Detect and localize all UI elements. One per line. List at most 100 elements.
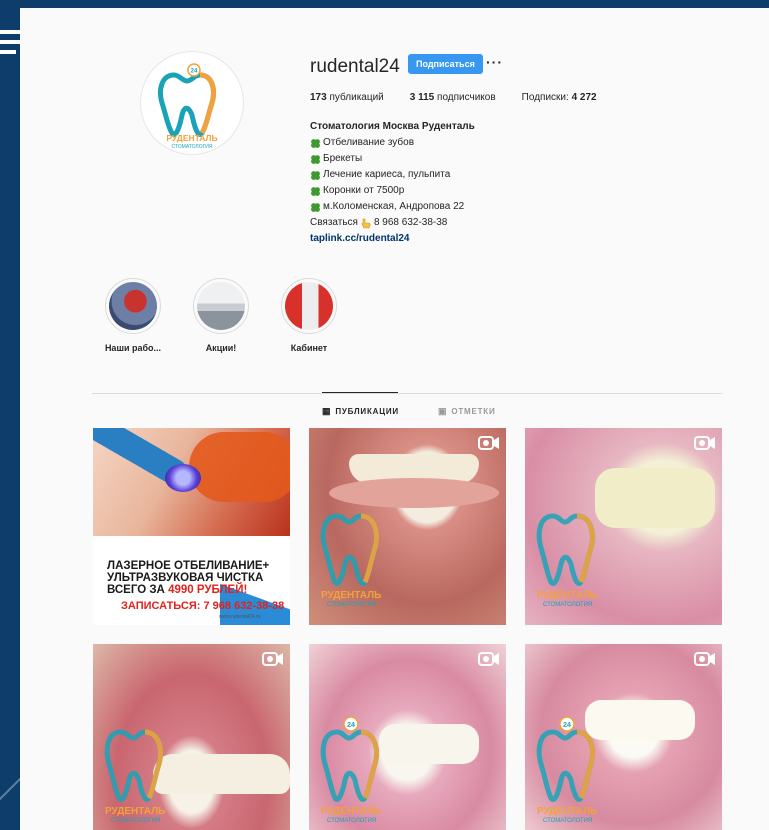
bio-line-text: Брекеты bbox=[323, 153, 363, 164]
watermark-subtitle: СТОМАТОЛОГИЯ bbox=[543, 818, 592, 824]
bio-link[interactable]: taplink.cc/rudental24 bbox=[310, 231, 475, 247]
promo-line-3-prefix: ВСЕГО ЗА bbox=[107, 584, 169, 596]
promo-price: 4990 РУБЛЕЙ! bbox=[168, 584, 248, 596]
following-count-label: Подписки: bbox=[521, 92, 569, 103]
promo-title: ЛАЗЕРНОЕ ОТБЕЛИВАНИЕ+ УЛЬТРАЗВУКОВАЯ ЧИС… bbox=[107, 560, 269, 596]
instagram-profile-page: 24 РУДЕНТАЛЬ СТОМАТОЛОГИЯ rudental24 Под… bbox=[20, 8, 769, 830]
bio-contact-label: Связаться bbox=[310, 217, 358, 228]
clover-icon bbox=[311, 138, 320, 148]
highlight-label: Акции! bbox=[205, 343, 237, 353]
highlight-cabinet[interactable]: Кабинет bbox=[266, 278, 352, 353]
post-tile[interactable]: РУДЕНТАЛЬ СТОМАТОЛОГИЯ bbox=[525, 428, 722, 625]
followers-count[interactable]: 3 115 подписчиков bbox=[410, 92, 496, 103]
tagged-icon: ▣ bbox=[438, 406, 448, 416]
watermark-brand-text: РУДЕНТАЛЬ bbox=[105, 806, 165, 817]
post-tile-promo[interactable]: ЛАЗЕРНОЕ ОТБЕЛИВАНИЕ+ УЛЬТРАЗВУКОВАЯ ЧИС… bbox=[93, 428, 290, 625]
promo-line-2: УЛЬТРАЗВУКОВАЯ ЧИСТКА bbox=[107, 572, 264, 584]
tab-tagged[interactable]: ▣ ОТМЕТКИ bbox=[438, 406, 496, 417]
logo-subtitle: СТОМАТОЛОГИЯ bbox=[171, 144, 212, 150]
bio-line-text: Лечение кариеса, пульпита bbox=[323, 169, 451, 180]
logo-badge: 24 bbox=[191, 69, 198, 75]
followers-count-number: 3 115 bbox=[409, 92, 435, 103]
logo-brand-text: РУДЕНТАЛЬ bbox=[166, 133, 217, 143]
watermark-badge: 24 bbox=[347, 722, 355, 729]
post-tile[interactable]: РУДЕНТАЛЬ СТОМАТОЛОГИЯ bbox=[93, 644, 290, 830]
tooth-logo-watermark-icon: РУДЕНТАЛЬСТОМАТОЛОГИЯ bbox=[104, 729, 165, 824]
bio-line: Лечение кариеса, пульпита bbox=[310, 167, 475, 183]
profile-username: rudental24 bbox=[310, 56, 400, 77]
promo-line-1: ЛАЗЕРНОЕ ОТБЕЛИВАНИЕ+ bbox=[107, 560, 270, 572]
posts-count: 173 публикаций bbox=[310, 92, 384, 103]
post-tile[interactable]: 24 РУДЕНТАЛЬ СТОМАТОЛОГИЯ bbox=[525, 644, 722, 830]
watermark-brand-text: РУДЕНТАЛЬ bbox=[321, 590, 381, 601]
more-options-icon[interactable]: ··· bbox=[486, 54, 503, 70]
post-tile[interactable]: 24 РУДЕНТАЛЬ СТОМАТОЛОГИЯ bbox=[309, 644, 506, 830]
tab-posts-label: ПУБЛИКАЦИИ bbox=[335, 407, 399, 416]
highlight-cover bbox=[193, 278, 249, 334]
bio-line-text: Коронки от 7500р bbox=[323, 185, 405, 196]
promo-line-3: ВСЕГО ЗА 4990 РУБЛЕЙ! bbox=[107, 584, 269, 596]
active-tab-indicator bbox=[322, 392, 398, 393]
watermark-subtitle: СТОМАТОЛОГИЯ bbox=[111, 818, 160, 824]
bio-contact: Связаться 8 968 632-38-38 bbox=[310, 215, 475, 231]
clover-icon bbox=[311, 202, 320, 212]
tooth-logo-watermark-icon: 24 РУДЕНТАЛЬСТОМАТОЛОГИЯ bbox=[536, 716, 597, 824]
following-count[interactable]: Подписки: 4 272 bbox=[522, 92, 597, 103]
video-icon bbox=[694, 652, 715, 666]
teeth-shape bbox=[595, 468, 715, 528]
clover-icon bbox=[311, 154, 320, 164]
profile-bio: Стоматология Москва Руденталь Отбеливани… bbox=[310, 119, 475, 247]
posts-count-number: 173 bbox=[310, 92, 327, 103]
video-icon bbox=[478, 436, 499, 450]
watermark-brand-text: РУДЕНТАЛЬ bbox=[537, 806, 597, 817]
watermark-brand-text: РУДЕНТАЛЬ bbox=[537, 590, 597, 601]
story-highlights: Наши рабо... Акции! Кабинет bbox=[90, 278, 354, 353]
profile-stats: 173 публикаций 3 115 подписчиков Подписк… bbox=[310, 92, 623, 103]
tooth-logo-watermark-icon: РУДЕНТАЛЬСТОМАТОЛОГИЯ bbox=[320, 513, 381, 608]
tabs-divider bbox=[92, 393, 722, 394]
grid-icon: ▦ bbox=[322, 406, 332, 416]
video-icon bbox=[694, 436, 715, 450]
watermark-brand-text: РУДЕНТАЛЬ bbox=[321, 806, 381, 817]
tooth-logo-watermark-icon: 24 РУДЕНТАЛЬСТОМАТОЛОГИЯ bbox=[320, 716, 381, 824]
highlight-works[interactable]: Наши рабо... bbox=[90, 278, 176, 353]
highlight-label: Кабинет bbox=[290, 343, 328, 353]
bio-line: Отбеливание зубов bbox=[310, 135, 475, 151]
tooth-logo-watermark-icon: РУДЕНТАЛЬСТОМАТОЛОГИЯ bbox=[536, 513, 597, 608]
watermark-subtitle: СТОМАТОЛОГИЯ bbox=[543, 602, 592, 608]
highlight-cover bbox=[105, 278, 161, 334]
clover-icon bbox=[311, 170, 320, 180]
bio-phone: 8 968 632-38-38 bbox=[373, 217, 448, 228]
watermark-badge: 24 bbox=[563, 722, 571, 729]
following-count-number: 4 272 bbox=[571, 92, 597, 103]
video-icon bbox=[478, 652, 499, 666]
highlight-image bbox=[109, 282, 157, 330]
profile-avatar[interactable]: 24 РУДЕНТАЛЬ СТОМАТОЛОГИЯ bbox=[140, 51, 244, 155]
highlight-label: Наши рабо... bbox=[104, 343, 162, 353]
pointing-hand-icon bbox=[361, 218, 371, 228]
bio-line-text: Отбеливание зубов bbox=[323, 137, 415, 148]
tab-tagged-label: ОТМЕТКИ bbox=[451, 407, 496, 416]
highlight-promotions[interactable]: Акции! bbox=[178, 278, 264, 353]
highlight-cover bbox=[281, 278, 337, 334]
promo-cta: ЗАПИСАТЬСЯ: 7 968 632-38-38 bbox=[121, 600, 285, 612]
highlight-image bbox=[285, 282, 333, 330]
highlight-image bbox=[197, 282, 245, 330]
promo-site: www.rudental24.ru bbox=[219, 614, 261, 620]
clover-icon bbox=[311, 186, 320, 196]
video-icon bbox=[262, 652, 283, 666]
watermark-subtitle: СТОМАТОЛОГИЯ bbox=[327, 818, 376, 824]
bio-line: Брекеты bbox=[310, 151, 475, 167]
watermark-subtitle: СТОМАТОЛОГИЯ bbox=[327, 602, 376, 608]
protective-glasses-shape bbox=[189, 432, 290, 502]
bio-line-text: м.Коломенская, Андропова 22 bbox=[323, 201, 465, 212]
tab-posts[interactable]: ▦ ПУБЛИКАЦИИ bbox=[322, 406, 399, 417]
rudental-logo-icon: 24 РУДЕНТАЛЬ СТОМАТОЛОГИЯ bbox=[158, 63, 218, 150]
led-light-shape bbox=[165, 464, 201, 492]
followers-count-label: подписчиков bbox=[437, 92, 496, 103]
bio-line: Коронки от 7500р bbox=[310, 183, 475, 199]
follow-button[interactable]: Подписаться bbox=[408, 54, 483, 74]
post-tile[interactable]: РУДЕНТАЛЬ СТОМАТОЛОГИЯ bbox=[309, 428, 506, 625]
posts-count-label: публикаций bbox=[329, 92, 384, 103]
bio-name: Стоматология Москва Руденталь bbox=[310, 121, 475, 132]
